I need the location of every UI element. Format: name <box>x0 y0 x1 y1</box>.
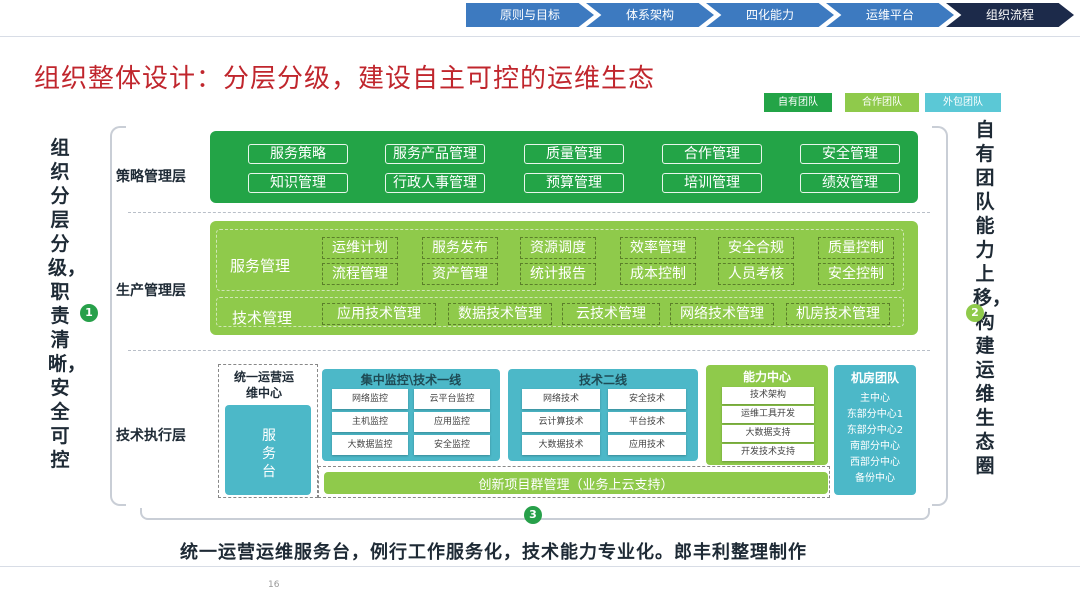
page-title: 组织整体设计：分层分级，建设自主可控的运维生态 <box>34 64 656 94</box>
monitor-item: 主机监控 <box>332 412 408 432</box>
innovation-bar: 创新项目群管理（业务上云支持） <box>324 472 828 494</box>
nav-tab-principles[interactable]: 原则与目标 <box>466 3 594 27</box>
right-side-text: 自有团队能力上移，构建运维生态圈 <box>973 119 1012 477</box>
capability-item: 开发技术支持 <box>722 444 814 461</box>
service-item: 统计报告 <box>520 263 596 285</box>
monitor-item: 网络监控 <box>332 389 408 409</box>
datacenter-item: 东部分中心1 <box>846 409 904 420</box>
strategy-item: 合作管理 <box>662 144 762 164</box>
datacenter-item: 西部分中心 <box>850 457 900 468</box>
tier2-item: 安全技术 <box>608 389 686 409</box>
service-desk-label: 服务台 <box>262 428 276 480</box>
capability-panel: 能力中心 技术架构 运维工具开发 大数据支持 开发技术支持 <box>706 365 828 465</box>
layer-label-execution: 技术执行层 <box>116 428 186 444</box>
monitor-panel-title: 集中监控\技术一线 <box>360 373 462 387</box>
monitor-item: 大数据监控 <box>332 435 408 455</box>
tech-mgmt-label: 技术管理 <box>232 309 293 327</box>
production-layer-panel: 服务管理 运维计划 服务发布 资源调度 效率管理 安全合规 质量控制 流程管理 … <box>210 221 918 335</box>
datacenter-item: 南部分中心 <box>850 441 900 452</box>
strategy-item: 绩效管理 <box>800 173 900 193</box>
service-item: 服务发布 <box>422 237 498 259</box>
strategy-layer-panel: 服务策略 服务产品管理 质量管理 合作管理 安全管理 知识管理 行政人事管理 预… <box>210 131 918 203</box>
service-mgmt-label: 服务管理 <box>230 257 291 275</box>
header-divider <box>0 36 1080 37</box>
legend-own-team: 自有团队 <box>764 93 832 112</box>
tier2-panel-title: 技术二线 <box>578 373 627 387</box>
service-item: 质量控制 <box>818 237 894 259</box>
tier2-item: 大数据技术 <box>522 435 600 455</box>
strategy-item: 培训管理 <box>662 173 762 193</box>
strategy-item: 服务策略 <box>248 144 348 164</box>
footer-slogan: 统一运营运维服务台，例行工作服务化，技术能力专业化。郎丰利整理制作 <box>180 542 807 563</box>
datacenter-panel-title: 机房团队 <box>850 371 899 385</box>
tech-item: 应用技术管理 <box>322 303 436 325</box>
service-item: 资产管理 <box>422 263 498 285</box>
legend-partner-team: 合作团队 <box>845 93 919 112</box>
service-item: 运维计划 <box>322 237 398 259</box>
datacenter-item: 备份中心 <box>855 473 895 484</box>
capability-panel-title: 能力中心 <box>742 370 791 384</box>
service-item: 安全合规 <box>718 237 794 259</box>
layer-label-strategy: 策略管理层 <box>116 169 186 185</box>
datacenter-item: 东部分中心2 <box>846 425 904 436</box>
capability-item: 大数据支持 <box>722 425 814 442</box>
service-item: 安全控制 <box>818 263 894 285</box>
tier2-panel: 技术二线 网络技术 安全技术 云计算技术 平台技术 大数据技术 应用技术 <box>508 369 698 461</box>
tier2-item: 应用技术 <box>608 435 686 455</box>
strategy-item: 服务产品管理 <box>385 144 485 164</box>
tech-item: 机房技术管理 <box>786 303 890 325</box>
tech-item: 数据技术管理 <box>448 303 552 325</box>
service-item: 成本控制 <box>620 263 696 285</box>
badge-3: 3 <box>524 506 542 524</box>
badge-1: 1 <box>80 304 98 322</box>
tier2-item: 平台技术 <box>608 412 686 432</box>
datacenter-panel: 机房团队 主中心 东部分中心1 东部分中心2 南部分中心 西部分中心 备份中心 <box>834 365 916 495</box>
strategy-item: 行政人事管理 <box>385 173 485 193</box>
tech-item: 云技术管理 <box>562 303 660 325</box>
tech-item: 网络技术管理 <box>670 303 774 325</box>
nav-tab-org-process[interactable]: 组织流程 <box>946 3 1074 27</box>
innovation-label: 创新项目群管理（业务上云支持） <box>478 478 674 493</box>
ops-center-group: 统一运营运维中心 服务台 <box>218 364 318 498</box>
nav-tab-architecture[interactable]: 体系架构 <box>586 3 714 27</box>
layer-divider-2 <box>128 350 930 351</box>
layer-label-production: 生产管理层 <box>116 283 186 299</box>
strategy-item: 知识管理 <box>248 173 348 193</box>
service-item: 资源调度 <box>520 237 596 259</box>
page-number: 16 <box>268 580 280 590</box>
monitor-item: 云平台监控 <box>414 389 490 409</box>
monitor-item: 应用监控 <box>414 412 490 432</box>
tier2-item: 云计算技术 <box>522 412 600 432</box>
service-item: 流程管理 <box>322 263 398 285</box>
footer-divider <box>0 566 1080 567</box>
service-item: 效率管理 <box>620 237 696 259</box>
service-item: 人员考核 <box>718 263 794 285</box>
tier2-item: 网络技术 <box>522 389 600 409</box>
datacenter-item: 主中心 <box>860 393 890 404</box>
ops-center-title: 统一运营运维中心 <box>233 370 294 400</box>
right-bracket <box>932 126 948 506</box>
badge-2: 2 <box>966 304 984 322</box>
service-desk: 服务台 <box>225 405 311 495</box>
nav-tab-capabilities[interactable]: 四化能力 <box>706 3 834 27</box>
nav-tab-ops-platform[interactable]: 运维平台 <box>826 3 954 27</box>
monitor-panel: 集中监控\技术一线 网络监控 云平台监控 主机监控 应用监控 大数据监控 安全监… <box>322 369 500 461</box>
monitor-item: 安全监控 <box>414 435 490 455</box>
capability-item: 技术架构 <box>722 387 814 404</box>
strategy-item: 预算管理 <box>524 173 624 193</box>
left-side-text: 组织分层分级，职责清晰，安全可控 <box>48 137 87 471</box>
strategy-item: 质量管理 <box>524 144 624 164</box>
layer-divider-1 <box>128 212 930 213</box>
legend-outsourced-team: 外包团队 <box>925 93 1001 112</box>
strategy-item: 安全管理 <box>800 144 900 164</box>
capability-item: 运维工具开发 <box>722 406 814 423</box>
